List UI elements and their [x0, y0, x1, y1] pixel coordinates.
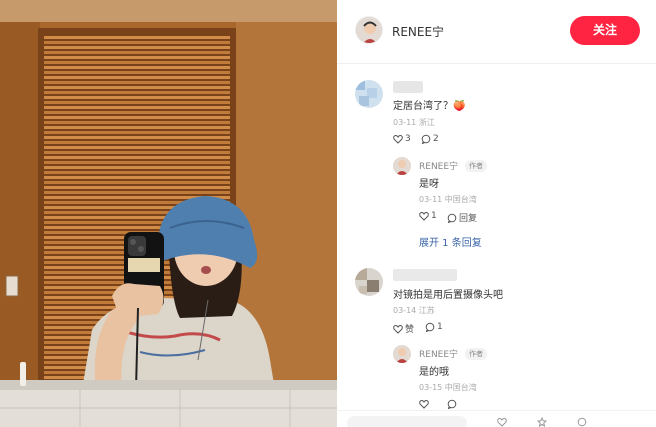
like-count: 赞: [405, 325, 415, 335]
comments-panel: RENEE宁 关注 定居台湾了？🍑 03-11 浙江 3 2 RENEE宁 作者…: [337, 0, 656, 427]
comment-input[interactable]: [347, 416, 467, 427]
reply-date: 03-15 中国台湾: [419, 383, 477, 392]
comment-icon: [421, 134, 431, 144]
heart-icon: [393, 134, 403, 144]
star-icon[interactable]: [537, 417, 547, 427]
reply-text: 是呀: [419, 179, 439, 190]
reply-author-avatar[interactable]: [393, 345, 411, 363]
like-button[interactable]: 赞: [393, 322, 414, 335]
author-badge: 作者: [465, 160, 487, 172]
reply-reply-button[interactable]: 回复: [447, 211, 477, 224]
reply-reply-button[interactable]: [447, 399, 457, 409]
reply-author-avatar[interactable]: [393, 157, 411, 175]
heart-icon: [393, 324, 403, 334]
reply-count-button[interactable]: 2: [421, 134, 439, 144]
commenter-name-blurred[interactable]: [393, 269, 457, 281]
comment-icon: [425, 322, 435, 332]
reply-count-button[interactable]: 1: [425, 322, 443, 332]
mirror-selfie-image: [0, 0, 337, 427]
reply-author-name[interactable]: RENEE宁: [419, 159, 458, 172]
follow-button[interactable]: 关注: [570, 16, 640, 45]
post-photo: [0, 0, 337, 427]
reply-like-button[interactable]: [419, 399, 429, 409]
comment-icon: [447, 399, 457, 409]
commenter-avatar-blurred[interactable]: [355, 268, 383, 296]
reply-like-count: 1: [431, 211, 437, 221]
author-avatar[interactable]: [355, 16, 383, 44]
reply-like-button[interactable]: 1: [419, 211, 437, 221]
author-badge: 作者: [465, 348, 487, 360]
heart-icon: [419, 399, 429, 409]
heart-icon: [419, 211, 429, 221]
like-button[interactable]: 3: [393, 134, 411, 144]
author-name[interactable]: RENEE宁: [392, 23, 444, 40]
reply-text: 是的哦: [419, 367, 449, 378]
commenter-avatar-blurred[interactable]: [355, 80, 383, 108]
reply-count: 1: [437, 322, 443, 332]
comment-input-bar: [337, 410, 656, 427]
commenter-name-blurred[interactable]: [393, 81, 423, 93]
reply-count: 2: [433, 134, 439, 144]
heart-icon[interactable]: [497, 417, 507, 427]
reply-date: 03-11 中国台湾: [419, 195, 477, 204]
comment-date: 03-11 浙江: [393, 118, 435, 127]
comment-date: 03-14 江苏: [393, 306, 435, 315]
comment-icon: [447, 213, 457, 223]
comment-text: 对镜拍是用后置摄像头吧: [393, 290, 503, 301]
reply-reply-label: 回复: [459, 214, 478, 224]
like-count: 3: [405, 134, 411, 144]
reply-author-name[interactable]: RENEE宁: [419, 347, 458, 360]
comment-icon[interactable]: [577, 417, 587, 427]
comment-text: 定居台湾了？🍑: [393, 101, 466, 112]
post-header: RENEE宁 关注: [337, 0, 656, 64]
expand-replies-link[interactable]: 展开 1 条回复: [419, 234, 482, 249]
